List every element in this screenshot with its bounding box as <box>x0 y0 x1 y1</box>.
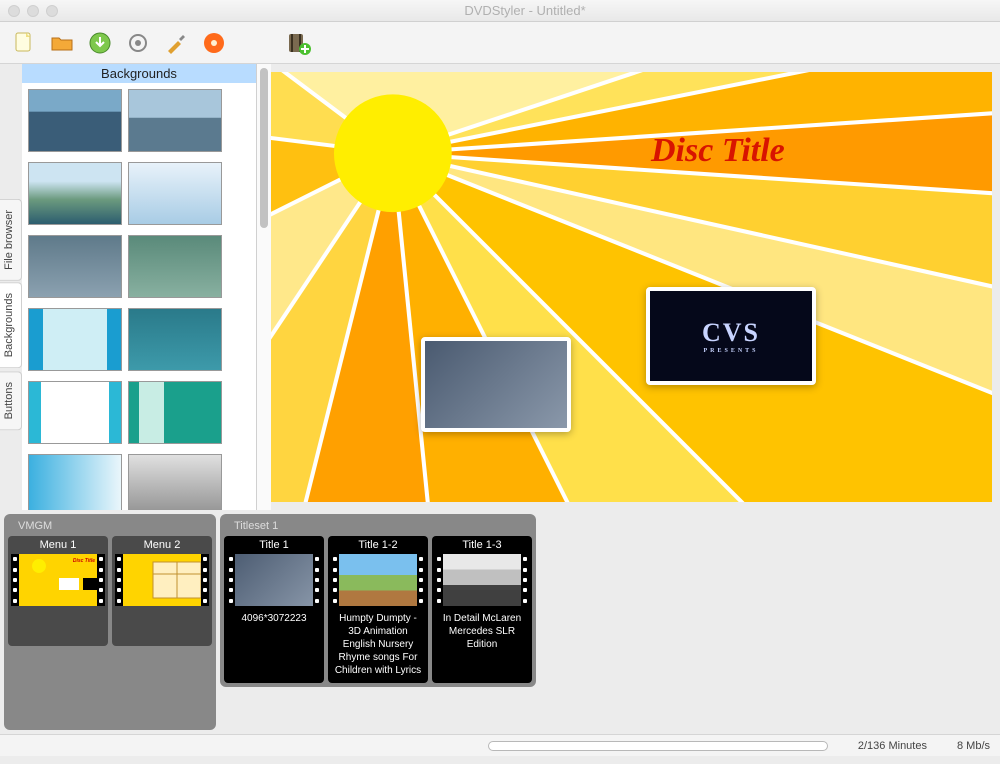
menu-button-2[interactable]: CVS PRESENTS <box>646 287 816 385</box>
add-video-icon[interactable] <box>282 27 314 59</box>
menu-title-text[interactable]: Disc Title <box>651 132 785 170</box>
backgrounds-panel: Backgrounds <box>22 64 257 510</box>
backgrounds-grid[interactable] <box>22 83 256 510</box>
titleset-label: Titleset 1 <box>224 518 532 536</box>
menu-card[interactable]: Menu 2 <box>112 536 212 646</box>
settings-icon[interactable] <box>122 27 154 59</box>
backgrounds-panel-title: Backgrounds <box>22 64 256 83</box>
open-folder-icon[interactable] <box>46 27 78 59</box>
cvs-logo: CVS PRESENTS <box>702 318 760 354</box>
title-card[interactable]: Title 1-3 In Detail McLaren Mercedes SLR… <box>432 536 532 683</box>
new-doc-icon[interactable] <box>8 27 40 59</box>
bg-thumb[interactable] <box>28 381 122 444</box>
timeline: VMGM Menu 1 Disc Title Menu 2 <box>0 510 1000 734</box>
vmgm-group: VMGM Menu 1 Disc Title Menu 2 <box>4 514 216 730</box>
menu-thumb: Disc Title <box>11 554 105 606</box>
backgrounds-scrollbar[interactable] <box>257 64 271 510</box>
status-bitrate: 8 Mb/s <box>957 740 990 752</box>
title-thumb <box>227 554 321 606</box>
titleset-group: Titleset 1 Title 1 4096*3072223 Title 1-… <box>220 514 536 687</box>
bg-thumb[interactable] <box>28 235 122 298</box>
status-bar: 2/136 Minutes 8 Mb/s <box>0 734 1000 756</box>
title-thumb <box>331 554 425 606</box>
traffic-lights <box>8 5 58 17</box>
bg-thumb[interactable] <box>128 235 222 298</box>
tools-icon[interactable] <box>160 27 192 59</box>
bg-thumb[interactable] <box>128 162 222 225</box>
tab-buttons[interactable]: Buttons <box>0 371 22 430</box>
menu-canvas[interactable]: Disc Title CVS PRESENTS <box>271 72 992 502</box>
window-title: DVDStyler - Untitled* <box>58 3 992 18</box>
menu-button-1[interactable] <box>421 337 571 432</box>
title-card[interactable]: Title 1 4096*3072223 <box>224 536 324 683</box>
bg-thumb[interactable] <box>28 454 122 510</box>
bg-thumb[interactable] <box>128 308 222 371</box>
minimize-icon[interactable] <box>27 5 39 17</box>
bg-thumb[interactable] <box>28 308 122 371</box>
disc-progress <box>488 741 828 751</box>
bg-thumb[interactable] <box>128 381 222 444</box>
menu-thumb <box>115 554 209 606</box>
sunburst-bg <box>271 72 992 502</box>
window-titlebar: DVDStyler - Untitled* <box>0 0 1000 22</box>
main-toolbar <box>0 22 1000 64</box>
canvas-wrap: Disc Title CVS PRESENTS <box>271 64 1000 510</box>
title-card[interactable]: Title 1-2 Humpty Dumpty - 3D Animation E… <box>328 536 428 683</box>
burn-disc-icon[interactable] <box>198 27 230 59</box>
save-icon[interactable] <box>84 27 116 59</box>
status-minutes: 2/136 Minutes <box>858 740 927 752</box>
menu-card[interactable]: Menu 1 Disc Title <box>8 536 108 646</box>
tab-file-browser[interactable]: File browser <box>0 199 22 281</box>
bg-thumb[interactable] <box>28 162 122 225</box>
zoom-icon[interactable] <box>46 5 58 17</box>
tab-backgrounds[interactable]: Backgrounds <box>0 282 22 368</box>
bg-thumb[interactable] <box>128 454 222 510</box>
title-thumb <box>435 554 529 606</box>
bg-thumb[interactable] <box>128 89 222 152</box>
bg-thumb[interactable] <box>28 89 122 152</box>
close-icon[interactable] <box>8 5 20 17</box>
main-area: File browser Backgrounds Buttons Backgro… <box>0 64 1000 510</box>
side-tabs: File browser Backgrounds Buttons <box>0 64 22 510</box>
vmgm-label: VMGM <box>8 518 212 536</box>
